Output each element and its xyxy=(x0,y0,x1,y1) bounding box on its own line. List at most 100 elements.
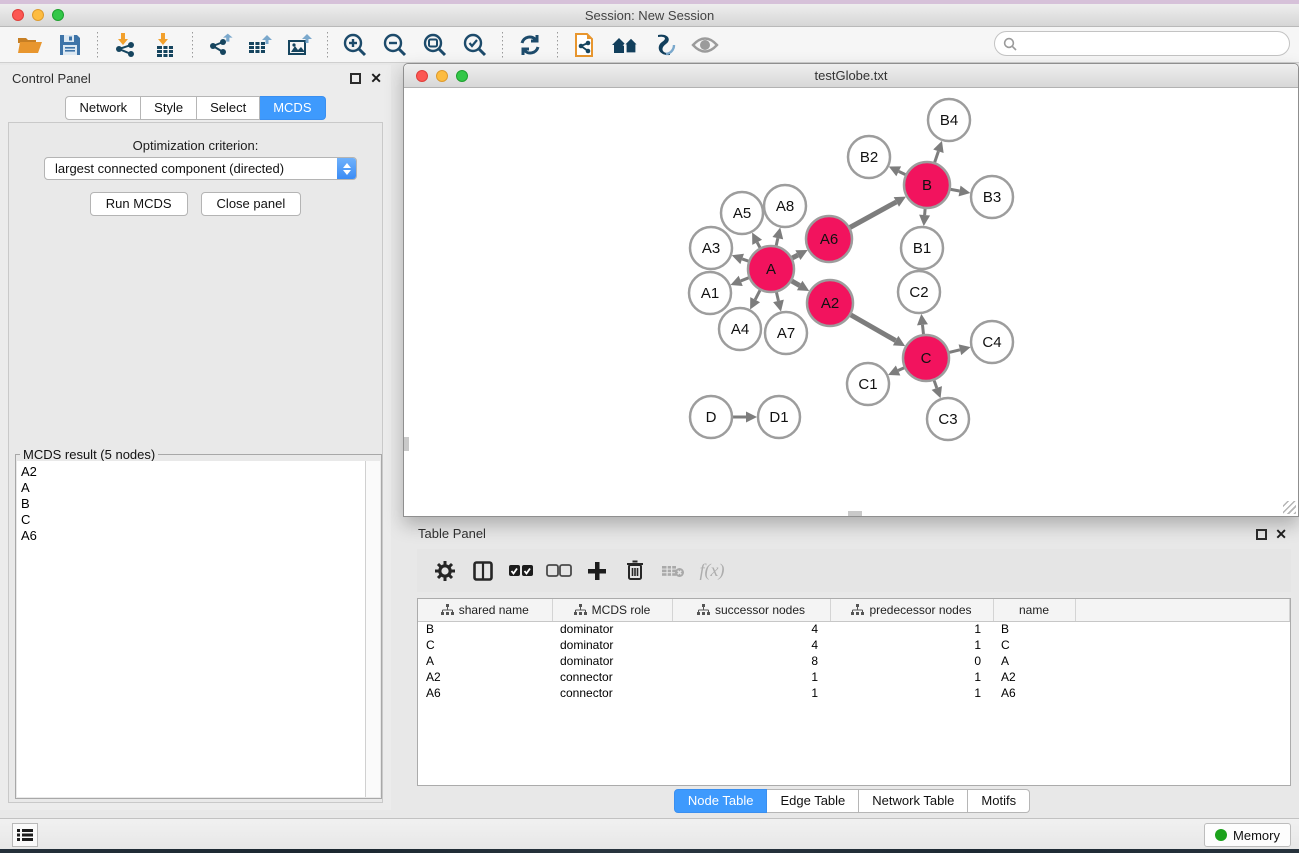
cell-successor-nodes[interactable]: 4 xyxy=(672,621,830,637)
optimization-criterion-select[interactable]: largest connected component (directed) xyxy=(44,157,357,180)
close-panel-icon[interactable]: ✕ xyxy=(370,70,382,86)
tab-node-table[interactable]: Node Table xyxy=(674,789,768,813)
save-session-button[interactable] xyxy=(53,30,87,60)
table-row[interactable]: A dominator 8 0 A xyxy=(418,653,1290,669)
graph-node-label: C3 xyxy=(938,411,957,428)
cell-mcds-role[interactable]: dominator xyxy=(552,621,672,637)
result-item[interactable]: A2 xyxy=(21,464,365,480)
deselect-all-columns-button[interactable] xyxy=(543,555,575,587)
tab-select[interactable]: Select xyxy=(197,96,260,120)
node-table[interactable]: shared name MCDS role successor nodes pr… xyxy=(417,598,1291,786)
result-item[interactable]: B xyxy=(21,496,365,512)
cell-predecessor-nodes[interactable]: 0 xyxy=(830,653,993,669)
import-network-button[interactable] xyxy=(108,30,142,60)
select-all-columns-button[interactable] xyxy=(505,555,537,587)
zoom-in-button[interactable] xyxy=(338,30,372,60)
delete-table-button[interactable] xyxy=(657,555,689,587)
import-table-button[interactable] xyxy=(148,30,182,60)
cell-successor-nodes[interactable]: 1 xyxy=(672,669,830,685)
network-graph[interactable]: B4B2BB3A5A8A6A3AB1A1C2A2A4A7CC4C1C3DD1 xyxy=(404,89,1298,516)
result-item[interactable]: C xyxy=(21,512,365,528)
column-header-shared-name[interactable]: shared name xyxy=(418,599,552,621)
table-row[interactable]: A6 connector 1 1 A6 xyxy=(418,685,1290,701)
cell-name[interactable]: A2 xyxy=(993,669,1075,685)
control-panel-title: Control Panel xyxy=(12,71,91,86)
network-canvas[interactable]: B4B2BB3A5A8A6A3AB1A1C2A2A4A7CC4C1C3DD1 xyxy=(404,89,1298,516)
table-header-row: shared name MCDS role successor nodes pr… xyxy=(418,599,1290,621)
add-column-button[interactable] xyxy=(581,555,613,587)
open-session-button[interactable] xyxy=(13,30,47,60)
column-header-successor-nodes[interactable]: successor nodes xyxy=(672,599,830,621)
graph-node-label: A2 xyxy=(821,295,839,312)
column-header-name[interactable]: name xyxy=(993,599,1075,621)
float-panel-icon[interactable] xyxy=(350,73,361,84)
show-task-history-button[interactable] xyxy=(12,823,38,847)
show-hide-eye-button[interactable] xyxy=(688,30,722,60)
column-header-predecessor-nodes[interactable]: predecessor nodes xyxy=(830,599,993,621)
cell-shared-name[interactable]: A2 xyxy=(418,669,552,685)
cell-mcds-role[interactable]: connector xyxy=(552,669,672,685)
cell-shared-name[interactable]: A6 xyxy=(418,685,552,701)
cell-mcds-role[interactable]: dominator xyxy=(552,653,672,669)
duplicate-network-button[interactable] xyxy=(568,30,602,60)
tab-network-table[interactable]: Network Table xyxy=(859,789,968,813)
tab-style[interactable]: Style xyxy=(141,96,197,120)
cell-successor-nodes[interactable]: 8 xyxy=(672,653,830,669)
close-table-panel-icon[interactable]: ✕ xyxy=(1275,526,1287,542)
tab-motifs[interactable]: Motifs xyxy=(968,789,1030,813)
close-panel-button[interactable]: Close panel xyxy=(201,192,302,216)
toolbar-separator xyxy=(192,32,193,58)
run-mcds-button[interactable]: Run MCDS xyxy=(90,192,188,216)
tab-network[interactable]: Network xyxy=(65,96,141,120)
cell-name[interactable]: A6 xyxy=(993,685,1075,701)
cell-mcds-role[interactable]: dominator xyxy=(552,637,672,653)
cell-name[interactable]: C xyxy=(993,637,1075,653)
search-input[interactable] xyxy=(1017,34,1289,54)
export-image-button[interactable] xyxy=(283,30,317,60)
result-item[interactable]: A xyxy=(21,480,365,496)
export-table-button[interactable] xyxy=(243,30,277,60)
delete-column-button[interactable] xyxy=(619,555,651,587)
float-table-panel-icon[interactable] xyxy=(1256,529,1267,540)
mcds-result-list[interactable]: A2 A B C A6 xyxy=(17,461,366,797)
selected-criterion-value: largest connected component (directed) xyxy=(45,161,337,176)
cell-name[interactable]: B xyxy=(993,621,1075,637)
apply-layout-button[interactable] xyxy=(513,30,547,60)
network-window-titlebar[interactable]: testGlobe.txt xyxy=(404,64,1298,88)
status-bar: Memory xyxy=(0,818,1299,849)
cell-successor-nodes[interactable]: 4 xyxy=(672,637,830,653)
cell-shared-name[interactable]: B xyxy=(418,621,552,637)
memory-button[interactable]: Memory xyxy=(1204,823,1291,847)
show-columns-button[interactable] xyxy=(467,555,499,587)
eye-icon xyxy=(691,35,719,55)
canvas-vscroll-thumb[interactable] xyxy=(404,437,409,451)
table-panel-title: Table Panel xyxy=(418,526,486,541)
cell-shared-name[interactable]: A xyxy=(418,653,552,669)
function-builder-button[interactable]: f(x) xyxy=(695,555,727,587)
cell-mcds-role[interactable]: connector xyxy=(552,685,672,701)
hide-graphics-details-button[interactable] xyxy=(648,30,682,60)
tab-mcds[interactable]: MCDS xyxy=(260,96,325,120)
cell-shared-name[interactable]: C xyxy=(418,637,552,653)
table-row[interactable]: C dominator 4 1 C xyxy=(418,637,1290,653)
cell-predecessor-nodes[interactable]: 1 xyxy=(830,621,993,637)
cell-predecessor-nodes[interactable]: 1 xyxy=(830,685,993,701)
table-row[interactable]: B dominator 4 1 B xyxy=(418,621,1290,637)
table-row[interactable]: A2 connector 1 1 A2 xyxy=(418,669,1290,685)
window-resize-grip[interactable] xyxy=(1283,501,1296,514)
result-item[interactable]: A6 xyxy=(21,528,365,544)
cell-successor-nodes[interactable]: 1 xyxy=(672,685,830,701)
export-network-button[interactable] xyxy=(203,30,237,60)
zoom-out-button[interactable] xyxy=(378,30,412,60)
cell-predecessor-nodes[interactable]: 1 xyxy=(830,669,993,685)
table-options-button[interactable] xyxy=(429,555,461,587)
result-scrollbar[interactable] xyxy=(366,461,380,797)
tab-edge-table[interactable]: Edge Table xyxy=(767,789,859,813)
cell-predecessor-nodes[interactable]: 1 xyxy=(830,637,993,653)
column-header-mcds-role[interactable]: MCDS role xyxy=(552,599,672,621)
first-neighbors-button[interactable] xyxy=(608,30,642,60)
cell-name[interactable]: A xyxy=(993,653,1075,669)
canvas-hscroll-thumb[interactable] xyxy=(848,511,862,516)
zoom-fit-button[interactable] xyxy=(418,30,452,60)
zoom-selected-button[interactable] xyxy=(458,30,492,60)
